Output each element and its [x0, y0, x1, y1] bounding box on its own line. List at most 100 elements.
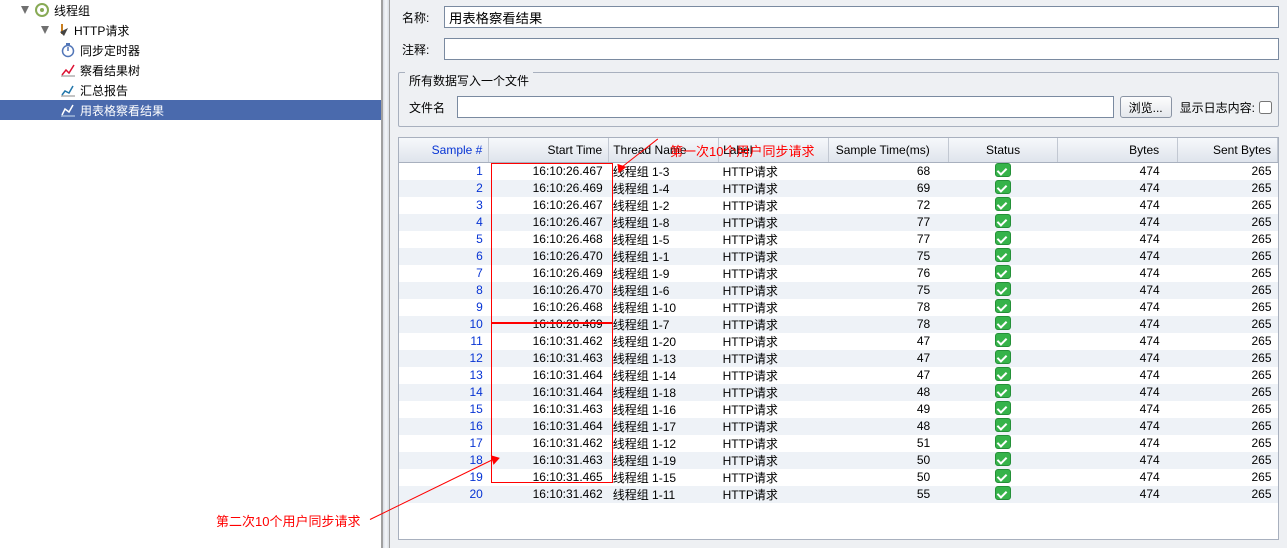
table-row[interactable]: 516:10:26.468线程组 1-5HTTP请求77474265 — [399, 231, 1278, 248]
cell-bytes: 474 — [1058, 162, 1178, 180]
tree-node-summary-report[interactable]: 汇总报告 — [0, 80, 381, 100]
cell-bytes: 474 — [1058, 316, 1178, 333]
table-row[interactable]: 1316:10:31.464线程组 1-14HTTP请求47474265 — [399, 367, 1278, 384]
cell-sent-bytes: 265 — [1178, 214, 1278, 231]
cell-status — [948, 401, 1058, 418]
table-row[interactable]: 1516:10:31.463线程组 1-16HTTP请求49474265 — [399, 401, 1278, 418]
cell-sample: 20 — [399, 486, 489, 503]
status-ok-icon — [995, 231, 1011, 245]
cell-thread-name: 线程组 1-18 — [609, 384, 719, 401]
cell-status — [948, 197, 1058, 214]
cell-sample-time: 78 — [828, 299, 948, 316]
cell-sent-bytes: 265 — [1178, 418, 1278, 435]
cell-thread-name: 线程组 1-5 — [609, 231, 719, 248]
table-row[interactable]: 1216:10:31.463线程组 1-13HTTP请求47474265 — [399, 350, 1278, 367]
col-label[interactable]: Label — [719, 138, 829, 162]
table-row[interactable]: 1816:10:31.463线程组 1-19HTTP请求50474265 — [399, 452, 1278, 469]
splitter[interactable] — [382, 0, 390, 548]
table-row[interactable]: 1616:10:31.464线程组 1-17HTTP请求48474265 — [399, 418, 1278, 435]
cell-start-time: 16:10:31.463 — [489, 452, 609, 469]
annotation-second-request: 第二次10个用户同步请求 — [216, 511, 360, 530]
table-row[interactable]: 916:10:26.468线程组 1-10HTTP请求78474265 — [399, 299, 1278, 316]
table-row[interactable]: 316:10:26.467线程组 1-2HTTP请求72474265 — [399, 197, 1278, 214]
cell-sample: 17 — [399, 435, 489, 452]
cell-start-time: 16:10:26.469 — [489, 316, 609, 333]
cell-bytes: 474 — [1058, 486, 1178, 503]
col-status[interactable]: Status — [948, 138, 1058, 162]
cell-bytes: 474 — [1058, 197, 1178, 214]
file-input[interactable] — [457, 96, 1114, 118]
comment-input[interactable] — [444, 38, 1279, 60]
cell-sample: 11 — [399, 333, 489, 350]
cell-label: HTTP请求 — [719, 180, 829, 197]
table-row[interactable]: 216:10:26.469线程组 1-4HTTP请求69474265 — [399, 180, 1278, 197]
cell-sample-time: 47 — [828, 333, 948, 350]
table-header-row: Sample # Start Time Thread Name Label Sa… — [399, 138, 1278, 162]
table-row[interactable]: 2016:10:31.462线程组 1-11HTTP请求55474265 — [399, 486, 1278, 503]
tree-node-http-request[interactable]: HTTP请求 — [0, 20, 381, 40]
cell-sample-time: 76 — [828, 265, 948, 282]
cell-sample: 3 — [399, 197, 489, 214]
table-row[interactable]: 1016:10:26.469线程组 1-7HTTP请求78474265 — [399, 316, 1278, 333]
tree-node-sync-timer[interactable]: 同步定时器 — [0, 40, 381, 60]
table-row[interactable]: 116:10:26.467线程组 1-3HTTP请求68474265 — [399, 162, 1278, 180]
cell-bytes: 474 — [1058, 282, 1178, 299]
tree-node-view-results-table[interactable]: 用表格察看结果 — [0, 100, 381, 120]
cell-start-time: 16:10:31.462 — [489, 435, 609, 452]
tree-label: 同步定时器 — [80, 42, 140, 59]
cell-start-time: 16:10:26.467 — [489, 214, 609, 231]
status-ok-icon — [995, 316, 1011, 330]
cell-status — [948, 350, 1058, 367]
cell-bytes: 474 — [1058, 265, 1178, 282]
results-table: Sample # Start Time Thread Name Label Sa… — [399, 138, 1278, 503]
cell-sent-bytes: 265 — [1178, 231, 1278, 248]
status-ok-icon — [995, 333, 1011, 347]
cell-bytes: 474 — [1058, 452, 1178, 469]
cell-sample: 5 — [399, 231, 489, 248]
table-row[interactable]: 616:10:26.470线程组 1-1HTTP请求75474265 — [399, 248, 1278, 265]
col-sent-bytes[interactable]: Sent Bytes — [1178, 138, 1278, 162]
cell-label: HTTP请求 — [719, 435, 829, 452]
table-row[interactable]: 816:10:26.470线程组 1-6HTTP请求75474265 — [399, 282, 1278, 299]
tree-node-view-results-tree[interactable]: 察看结果树 — [0, 60, 381, 80]
col-sample-time[interactable]: Sample Time(ms) — [828, 138, 948, 162]
col-bytes[interactable]: Bytes — [1058, 138, 1178, 162]
tree-toggle-icon[interactable] — [40, 25, 50, 35]
cell-thread-name: 线程组 1-4 — [609, 180, 719, 197]
cell-sample: 2 — [399, 180, 489, 197]
table-row[interactable]: 1916:10:31.465线程组 1-15HTTP请求50474265 — [399, 469, 1278, 486]
status-ok-icon — [995, 384, 1011, 398]
cell-sample-time: 77 — [828, 231, 948, 248]
col-sample[interactable]: Sample # — [399, 138, 489, 162]
tree-toggle-icon[interactable] — [20, 5, 30, 15]
cell-sample-time: 77 — [828, 214, 948, 231]
cell-label: HTTP请求 — [719, 367, 829, 384]
col-thread-name[interactable]: Thread Name — [609, 138, 719, 162]
table-row[interactable]: 1116:10:31.462线程组 1-20HTTP请求47474265 — [399, 333, 1278, 350]
cell-sample-time: 72 — [828, 197, 948, 214]
cell-start-time: 16:10:26.469 — [489, 265, 609, 282]
section-title: 所有数据写入一个文件 — [405, 72, 533, 89]
table-row[interactable]: 416:10:26.467线程组 1-8HTTP请求77474265 — [399, 214, 1278, 231]
cell-thread-name: 线程组 1-10 — [609, 299, 719, 316]
comment-row: 注释: — [398, 38, 1279, 60]
status-ok-icon — [995, 350, 1011, 364]
cell-sent-bytes: 265 — [1178, 486, 1278, 503]
cell-label: HTTP请求 — [719, 282, 829, 299]
cell-status — [948, 469, 1058, 486]
browse-button[interactable]: 浏览... — [1120, 96, 1172, 118]
cell-status — [948, 214, 1058, 231]
cell-start-time: 16:10:26.469 — [489, 180, 609, 197]
cell-thread-name: 线程组 1-9 — [609, 265, 719, 282]
cell-sample: 10 — [399, 316, 489, 333]
tree-node-thread-group[interactable]: 线程组 — [0, 0, 381, 20]
table-row[interactable]: 1416:10:31.464线程组 1-18HTTP请求48474265 — [399, 384, 1278, 401]
show-log-checkbox[interactable] — [1259, 101, 1272, 114]
table-row[interactable]: 716:10:26.469线程组 1-9HTTP请求76474265 — [399, 265, 1278, 282]
cell-thread-name: 线程组 1-14 — [609, 367, 719, 384]
col-start-time[interactable]: Start Time — [489, 138, 609, 162]
table-results-icon — [60, 102, 76, 118]
table-row[interactable]: 1716:10:31.462线程组 1-12HTTP请求51474265 — [399, 435, 1278, 452]
name-input[interactable] — [444, 6, 1279, 28]
cell-bytes: 474 — [1058, 435, 1178, 452]
